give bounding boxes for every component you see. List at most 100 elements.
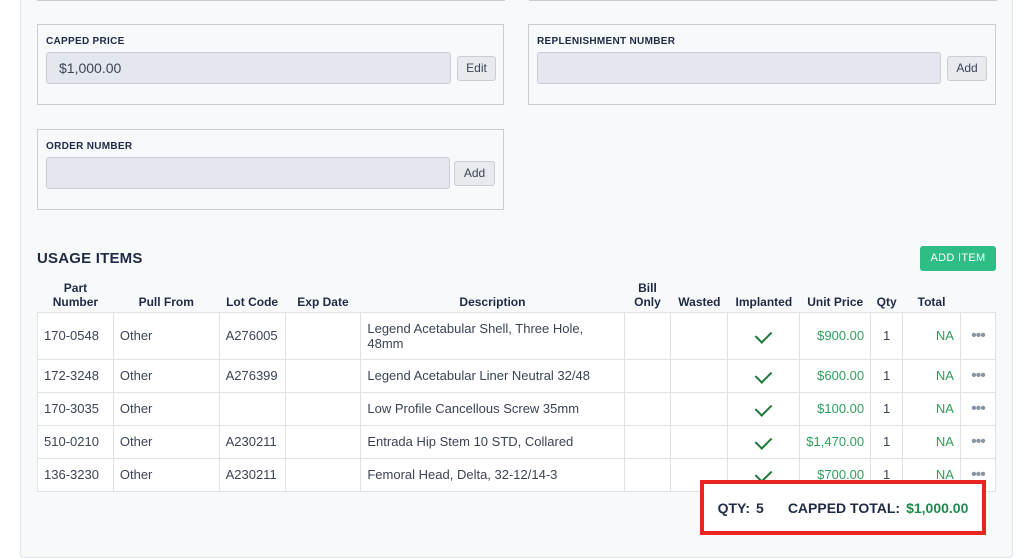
order-number-label: ORDER NUMBER	[46, 141, 133, 152]
cell-wasted	[670, 358, 729, 393]
row-menu[interactable]: •••	[959, 311, 997, 360]
qty-label: QTY:	[717, 499, 751, 516]
cell-lot-code: A230211	[218, 424, 286, 459]
cell-bill-only	[623, 457, 672, 492]
cell-bill-only	[623, 424, 672, 459]
cell-pull-from: Other	[112, 311, 220, 360]
cell-pull-from: Other	[112, 391, 220, 426]
cell-exp-date	[284, 391, 362, 426]
cell-total: NA	[902, 424, 961, 459]
cell-lot-code: A230211	[218, 457, 286, 492]
col-header-part-number[interactable]: Part Number	[38, 279, 114, 312]
more-dots-icon[interactable]: •••	[971, 327, 986, 344]
order-number-input[interactable]	[46, 157, 450, 189]
cell-exp-date	[284, 311, 362, 360]
capped-price-label: CAPPED PRICE	[46, 36, 125, 47]
capped-price-field: CAPPED PRICE $1,000.00 Edit	[37, 24, 504, 105]
cell-unit-price: $900.00	[799, 311, 872, 360]
order-number-field: ORDER NUMBER Add	[37, 129, 504, 210]
cell-exp-date	[284, 457, 362, 492]
cell-part-number: 170-3035	[37, 391, 114, 426]
row-menu[interactable]: •••	[959, 391, 997, 426]
cell-qty: 1	[870, 391, 904, 426]
cell-bill-only	[623, 358, 672, 393]
table-row[interactable]: 170-0548 Other A276005 Legend Acetabular…	[37, 311, 997, 360]
col-header-wasted[interactable]: Wasted	[671, 279, 728, 312]
cell-description: Legend Acetabular Liner Neutral 32/48	[360, 358, 625, 393]
table-row[interactable]: 172-3248 Other A276399 Legend Acetabular…	[37, 358, 997, 393]
cell-part-number: 170-0548	[37, 311, 114, 360]
check-icon	[754, 366, 773, 384]
cell-implanted	[727, 391, 801, 426]
cell-exp-date	[284, 358, 362, 393]
replenishment-number-field: REPLENISHMENT NUMBER Add	[528, 24, 996, 105]
usage-items-title: USAGE ITEMS	[37, 250, 143, 267]
col-header-bill-only[interactable]: Bill Only	[624, 279, 671, 312]
capped-price-input[interactable]: $1,000.00	[46, 52, 451, 84]
usage-summary: QTY: 5 CAPPED TOTAL: $1,000.00	[700, 480, 986, 535]
replenishment-number-add-button[interactable]: Add	[947, 56, 987, 81]
col-header-implanted[interactable]: Implanted	[728, 279, 800, 312]
col-header-unit-price[interactable]: Unit Price	[800, 279, 871, 312]
cell-qty: 1	[870, 424, 904, 459]
check-icon	[754, 399, 773, 417]
col-header-qty[interactable]: Qty	[871, 279, 903, 312]
field-box-top-right	[529, 0, 997, 1]
cell-implanted	[727, 424, 801, 459]
table-row[interactable]: 510-0210 Other A230211 Entrada Hip Stem …	[37, 424, 997, 459]
cell-wasted	[670, 424, 729, 459]
capped-total-label: CAPPED TOTAL:	[787, 499, 901, 516]
cell-qty: 1	[870, 311, 904, 360]
cell-unit-price: $100.00	[799, 391, 872, 426]
cell-qty: 1	[870, 358, 904, 393]
row-menu[interactable]: •••	[959, 424, 997, 459]
cell-lot-code	[218, 391, 286, 426]
field-box-top-left	[37, 0, 505, 1]
row-menu[interactable]: •••	[959, 358, 997, 393]
cell-part-number: 510-0210	[37, 424, 114, 459]
cell-lot-code: A276399	[218, 358, 286, 393]
cell-description: Entrada Hip Stem 10 STD, Collared	[360, 424, 625, 459]
cell-exp-date	[284, 424, 362, 459]
qty-value: 5	[756, 499, 764, 516]
cell-total: NA	[902, 358, 961, 393]
cell-implanted	[727, 311, 801, 360]
capped-total-value: $1,000.00	[906, 499, 969, 516]
cell-wasted	[670, 311, 729, 360]
cell-unit-price: $600.00	[799, 358, 872, 393]
cell-pull-from: Other	[112, 358, 220, 393]
col-header-lot-code[interactable]: Lot Code	[219, 279, 285, 312]
capped-price-edit-button[interactable]: Edit	[457, 56, 496, 81]
more-dots-icon[interactable]: •••	[971, 367, 986, 384]
cell-description: Low Profile Cancellous Screw 35mm	[360, 391, 625, 426]
cell-bill-only	[623, 391, 672, 426]
cell-part-number: 172-3248	[37, 358, 114, 393]
col-header-total[interactable]: Total	[903, 279, 961, 312]
check-icon	[754, 326, 773, 344]
cell-total: NA	[902, 311, 961, 360]
cell-description: Femoral Head, Delta, 32-12/14-3	[360, 457, 625, 492]
col-header-actions	[960, 279, 995, 312]
cell-total: NA	[902, 391, 961, 426]
table-header-row: Part Number Pull From Lot Code Exp Date …	[38, 279, 996, 312]
col-header-description[interactable]: Description	[361, 279, 624, 312]
replenishment-number-input[interactable]	[537, 52, 941, 84]
more-dots-icon[interactable]: •••	[971, 400, 986, 417]
cell-wasted	[670, 391, 729, 426]
cell-unit-price: $1,470.00	[799, 424, 872, 459]
col-header-exp-date[interactable]: Exp Date	[285, 279, 361, 312]
cell-description: Legend Acetabular Shell, Three Hole, 48m…	[360, 311, 625, 360]
cell-pull-from: Other	[112, 424, 220, 459]
table-row[interactable]: 170-3035 Other Low Profile Cancellous Sc…	[37, 391, 997, 426]
cell-pull-from: Other	[112, 457, 220, 492]
usage-items-table: Part Number Pull From Lot Code Exp Date …	[37, 279, 997, 492]
replenishment-number-label: REPLENISHMENT NUMBER	[537, 36, 676, 47]
cell-part-number: 136-3230	[37, 457, 114, 492]
cell-lot-code: A276005	[218, 311, 286, 360]
order-number-add-button[interactable]: Add	[454, 161, 495, 186]
add-item-button[interactable]: ADD ITEM	[920, 246, 996, 271]
more-dots-icon[interactable]: •••	[971, 433, 986, 450]
check-icon	[754, 432, 773, 450]
col-header-pull-from[interactable]: Pull From	[113, 279, 219, 312]
cell-bill-only	[623, 311, 672, 360]
